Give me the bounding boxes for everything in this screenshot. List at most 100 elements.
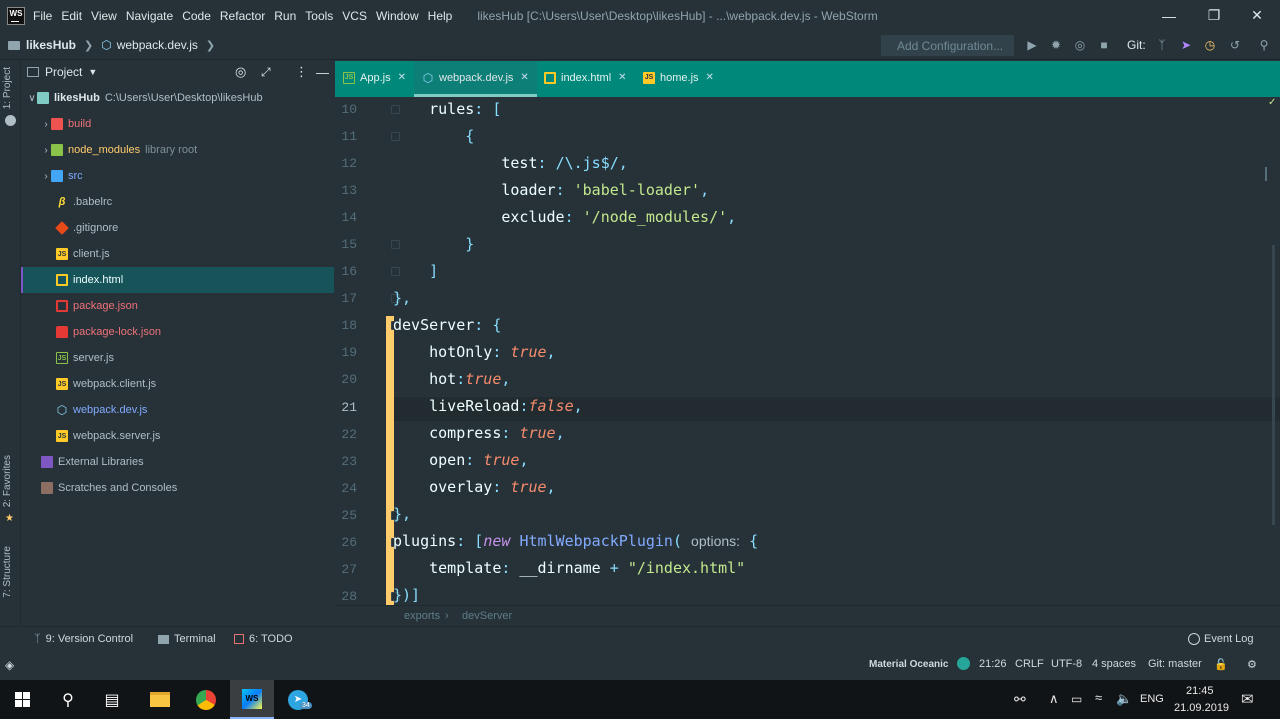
close-icon[interactable]: ✕ (520, 72, 528, 83)
telegram-icon[interactable]: ➤ 34 (276, 680, 320, 719)
file-encoding[interactable]: UTF-8 (1051, 658, 1082, 670)
tree-item-index-html[interactable]: index.html (21, 267, 334, 293)
collapse-all-icon[interactable]: ⤢ (261, 65, 271, 80)
stop-icon[interactable]: ■ (1096, 37, 1112, 53)
chevron-up-icon[interactable]: ∧ (1049, 691, 1059, 707)
nav-project[interactable]: likesHub (26, 38, 76, 52)
tab-app-js[interactable]: JS App.js ✕ (343, 61, 419, 94)
indent-setting[interactable]: 4 spaces (1092, 658, 1136, 670)
menu-code[interactable]: Code (182, 9, 211, 23)
inspection-ok-icon[interactable]: ✓ (1268, 97, 1276, 108)
structure-tool-tab[interactable]: 7: Structure (2, 546, 13, 598)
tree-item-scratches[interactable]: Scratches and Consoles (21, 475, 334, 501)
file-explorer-icon[interactable] (138, 680, 182, 719)
tree-item-build[interactable]: › build (21, 111, 334, 137)
menu-edit[interactable]: Edit (61, 9, 82, 23)
wifi-icon[interactable]: ≈ (1095, 690, 1102, 705)
start-button[interactable] (0, 680, 44, 719)
tree-root[interactable]: ∨ likesHub C:\Users\User\Desktop\likesHu… (21, 85, 334, 111)
action-center-icon[interactable]: ✉ (1241, 690, 1254, 708)
search-everywhere-icon[interactable]: ⚲ (1256, 37, 1272, 53)
chrome-icon[interactable] (184, 680, 228, 719)
tab-home-js[interactable]: JS home.js ✕ (643, 61, 733, 94)
clock-time[interactable]: 21:45 (1186, 685, 1214, 697)
theme-label[interactable]: Material Oceanic (869, 659, 948, 670)
todo-tool-button[interactable]: 6: TODO (234, 633, 293, 645)
event-log-button[interactable]: Event Log (1188, 633, 1254, 645)
input-language[interactable]: ENG (1140, 693, 1164, 705)
breadcrumb-devserver[interactable]: devServer (462, 610, 512, 622)
terminal-tool-button[interactable]: Terminal (158, 633, 216, 645)
chevron-down-icon[interactable]: ∨ (27, 93, 37, 104)
menu-tools[interactable]: Tools (305, 9, 333, 23)
menu-refactor[interactable]: Refactor (220, 9, 265, 23)
chevron-right-icon[interactable]: › (41, 145, 51, 156)
tab-index-html[interactable]: index.html ✕ (544, 61, 639, 94)
vcs-push-icon[interactable]: ➤ (1178, 37, 1194, 53)
minimize-button[interactable]: — (1146, 0, 1192, 31)
menu-vcs[interactable]: VCS (342, 9, 367, 23)
git-branch[interactable]: Git: master (1148, 658, 1202, 670)
menu-run[interactable]: Run (274, 9, 296, 23)
favorites-tool-tab[interactable]: 2: Favorites (2, 455, 13, 507)
project-tool-tab[interactable]: 1: Project (2, 67, 13, 109)
vcs-update-icon[interactable]: ᛉ (1154, 37, 1170, 53)
menu-help[interactable]: Help (428, 9, 453, 23)
tool-windows-toggle-icon[interactable]: ◈ (5, 658, 14, 672)
volume-icon[interactable]: 🔈 (1116, 691, 1132, 707)
tab-webpack-dev-js[interactable]: ⬡ webpack.dev.js ✕ (414, 61, 537, 97)
close-icon[interactable]: ✕ (398, 72, 406, 83)
chevron-right-icon[interactable]: › (41, 119, 51, 130)
tree-item-node-modules[interactable]: › node_modules library root (21, 137, 334, 163)
line-separator[interactable]: CRLF (1015, 658, 1044, 670)
editor-scrollbar[interactable] (1272, 245, 1275, 525)
tree-item-package-lock-json[interactable]: package-lock.json (21, 319, 334, 345)
tree-item-webpack-dev-js[interactable]: ⬡ webpack.dev.js (21, 397, 334, 423)
menu-view[interactable]: View (91, 9, 117, 23)
tree-item-babelrc[interactable]: β .babelrc (21, 189, 334, 215)
tree-item-server-js[interactable]: JS server.js (21, 345, 334, 371)
close-button[interactable]: ✕ (1234, 0, 1280, 31)
people-icon[interactable]: ⚯ (1014, 691, 1026, 708)
options-icon[interactable]: ⋮ (295, 64, 308, 80)
tree-item-client-js[interactable]: JS client.js (21, 241, 334, 267)
nav-file[interactable]: webpack.dev.js (117, 38, 198, 52)
webpack-icon: ⬡ (56, 403, 68, 417)
webstorm-taskbar-icon[interactable]: WS (230, 680, 274, 719)
tree-item-src[interactable]: › src (21, 163, 334, 189)
version-control-tool-button[interactable]: ᛉ 9: Version Control (34, 633, 133, 645)
task-view-icon[interactable]: ▤ (90, 680, 134, 719)
tree-item-webpack-server-js[interactable]: JS webpack.server.js (21, 423, 334, 449)
hide-panel-icon[interactable]: — (316, 65, 329, 80)
locate-icon[interactable]: ◎ (235, 64, 246, 80)
battery-icon[interactable]: ▭ (1071, 692, 1082, 706)
menu-navigate[interactable]: Navigate (126, 9, 173, 23)
clock-date[interactable]: 21.09.2019 (1174, 702, 1229, 714)
coverage-icon[interactable]: ◎ (1072, 37, 1088, 53)
restore-button[interactable]: ❐ (1191, 0, 1237, 31)
tree-item-package-json[interactable]: package.json (21, 293, 334, 319)
tree-item-external-libraries[interactable]: External Libraries (21, 449, 334, 475)
close-icon[interactable]: ✕ (618, 72, 626, 83)
tree-item-webpack-client-js[interactable]: JS webpack.client.js (21, 371, 334, 397)
menu-file[interactable]: File (33, 9, 52, 23)
code-editor[interactable]: 10 11 12 13 14 15 16 17 18 19 20 21 22 2… (335, 97, 1280, 605)
close-icon[interactable]: ✕ (706, 72, 714, 83)
debug-icon[interactable]: ✹ (1048, 37, 1064, 53)
breadcrumb-exports[interactable]: exports (404, 610, 440, 622)
history-icon[interactable]: ◷ (1202, 37, 1218, 53)
lock-icon[interactable]: 🔓 (1214, 658, 1228, 671)
chevron-down-icon[interactable]: ▼ (88, 67, 97, 77)
editor-tab-bar: JS App.js ✕ ⬡ webpack.dev.js ✕ index.htm… (335, 61, 1280, 97)
memory-indicator-icon[interactable]: ⚙ (1247, 658, 1257, 671)
search-icon[interactable]: ⚲ (46, 680, 90, 719)
menu-window[interactable]: Window (376, 9, 419, 23)
rollback-icon[interactable]: ↺ (1227, 37, 1243, 53)
caret-position[interactable]: 21:26 (979, 658, 1007, 670)
tree-item-gitignore[interactable]: .gitignore (21, 215, 334, 241)
project-view-selector[interactable]: Project (45, 65, 82, 79)
run-icon[interactable]: ▶ (1024, 37, 1040, 53)
chevron-right-icon[interactable]: › (41, 171, 51, 182)
webstorm-logo-icon[interactable]: WS (7, 6, 25, 25)
add-configuration-button[interactable]: Add Configuration... (881, 35, 1014, 56)
